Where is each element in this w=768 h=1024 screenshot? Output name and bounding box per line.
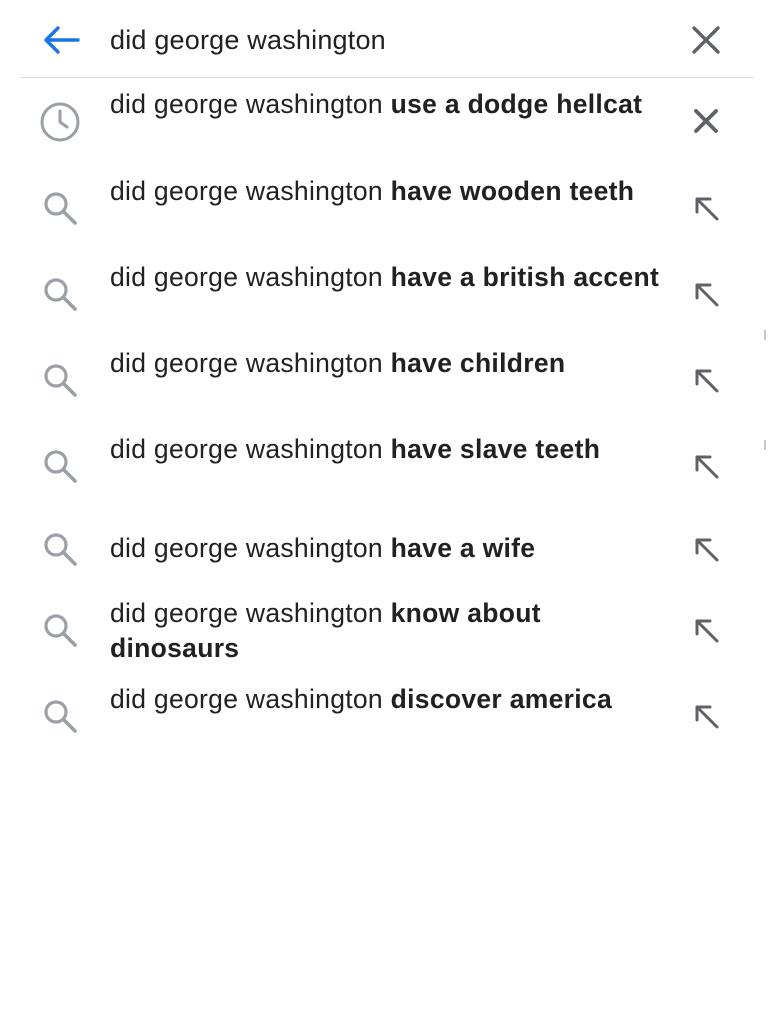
- suggestion-completion: have a wife: [390, 533, 536, 563]
- suggestion-item[interactable]: did george washington have wooden teeth: [0, 173, 768, 247]
- suggestion-item[interactable]: did george washington have slave teeth: [0, 431, 768, 505]
- search-icon-wrap: [38, 444, 82, 488]
- remove-icon: [694, 109, 718, 133]
- search-icon-wrap: [38, 186, 82, 230]
- fill-query-arrow-icon: [695, 369, 719, 393]
- suggestion-item[interactable]: did george washington have a british acc…: [0, 259, 768, 333]
- suggestion-item[interactable]: did george washington have children: [0, 345, 768, 419]
- suggestion-completion: have wooden teeth: [390, 176, 635, 206]
- suggestion-text: did george washington have a british acc…: [110, 260, 660, 295]
- suggestion-item[interactable]: did george washington use a dodge hellca…: [0, 86, 768, 160]
- fill-query-button[interactable]: [684, 694, 728, 738]
- search-bar: did george washington: [0, 0, 768, 78]
- history-icon-wrap: [38, 100, 82, 144]
- fill-query-arrow-icon: [695, 538, 719, 562]
- fill-query-arrow-icon: [695, 197, 719, 221]
- back-button[interactable]: [38, 20, 84, 60]
- search-icon-wrap: [38, 694, 82, 738]
- fill-query-button[interactable]: [684, 186, 728, 230]
- suggestion-text: did george washington have slave teeth: [110, 432, 660, 467]
- arrow-left-icon: [44, 26, 80, 54]
- suggestion-completion: have a british accent: [390, 262, 660, 292]
- suggestion-prefix: did george washington: [110, 89, 391, 119]
- fill-query-button[interactable]: [684, 608, 728, 652]
- history-clock-icon: [40, 102, 80, 142]
- fill-query-button[interactable]: [684, 272, 728, 316]
- suggestion-item[interactable]: did george washington have a wife: [0, 526, 768, 572]
- search-icon: [44, 450, 77, 483]
- close-icon: [692, 26, 720, 54]
- fill-query-button[interactable]: [684, 444, 728, 488]
- suggestion-prefix: did george washington: [110, 176, 391, 206]
- search-icon-wrap: [38, 608, 82, 652]
- edge-mark: [764, 330, 766, 340]
- suggestion-completion: discover america: [390, 684, 612, 714]
- suggestion-item[interactable]: did george washington know about dinosau…: [0, 595, 768, 669]
- fill-query-arrow-icon: [695, 619, 719, 643]
- suggestion-text: did george washington know about dinosau…: [110, 596, 660, 666]
- search-divider: [20, 77, 754, 78]
- edge-mark: [764, 440, 766, 450]
- suggestion-prefix: did george washington: [110, 598, 391, 628]
- suggestion-completion: have slave teeth: [390, 434, 601, 464]
- remove-history-button[interactable]: [684, 99, 728, 143]
- suggestion-text: did george washington discover america: [110, 682, 660, 717]
- search-input[interactable]: did george washington: [110, 20, 386, 60]
- fill-query-arrow-icon: [695, 455, 719, 479]
- suggestion-prefix: did george washington: [110, 533, 391, 563]
- suggestion-text: did george washington have children: [110, 346, 660, 381]
- search-icon-wrap: [38, 272, 82, 316]
- suggestion-text: did george washington have wooden teeth: [110, 174, 660, 209]
- suggestion-completion: use a dodge hellcat: [390, 89, 643, 119]
- search-icon-wrap: [38, 358, 82, 402]
- search-icon: [44, 364, 77, 397]
- search-icon-wrap: [38, 527, 82, 571]
- fill-query-arrow-icon: [695, 705, 719, 729]
- search-icon: [44, 192, 77, 225]
- suggestion-item[interactable]: did george washington discover america: [0, 681, 768, 755]
- search-icon: [44, 533, 77, 566]
- fill-query-button[interactable]: [684, 527, 728, 571]
- suggestion-text: did george washington use a dodge hellca…: [110, 87, 660, 122]
- suggestion-prefix: did george washington: [110, 434, 391, 464]
- suggestion-prefix: did george washington: [110, 262, 391, 292]
- fill-query-button[interactable]: [684, 358, 728, 402]
- search-icon: [44, 278, 77, 311]
- suggestion-completion: have children: [390, 348, 566, 378]
- search-icon: [44, 614, 77, 647]
- suggestion-prefix: did george washington: [110, 684, 391, 714]
- fill-query-arrow-icon: [695, 283, 719, 307]
- search-icon: [44, 700, 77, 733]
- suggestion-text: did george washington have a wife: [110, 531, 660, 566]
- suggestion-prefix: did george washington: [110, 348, 391, 378]
- clear-search-button[interactable]: [684, 18, 728, 62]
